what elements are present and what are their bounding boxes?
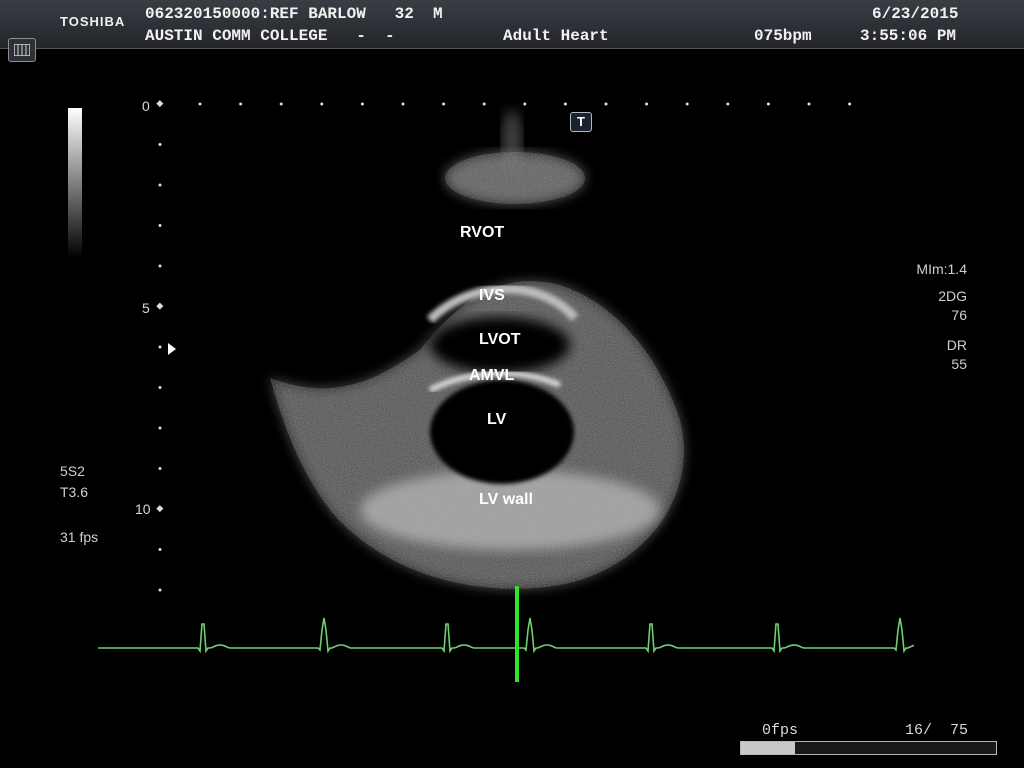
- top-dot: [482, 102, 486, 106]
- depth-tick: [158, 386, 162, 389]
- depth-label-0: 0: [142, 98, 150, 114]
- top-dot: [604, 102, 608, 106]
- mechanical-index: MIm:1.4: [916, 261, 967, 277]
- ecg-trace: [98, 617, 915, 654]
- frame-rate: 31 fps: [60, 529, 99, 545]
- top-dot: [766, 102, 770, 106]
- top-dot: [726, 102, 730, 106]
- grayscale-bar: [68, 108, 82, 258]
- depth-label-10: 10: [135, 501, 151, 517]
- top-dot: [401, 102, 405, 106]
- depth-tick: [158, 588, 162, 592]
- depth-tick: [158, 467, 162, 470]
- depth-tick: [156, 100, 164, 108]
- top-dot: [685, 102, 689, 106]
- top-dot: [645, 102, 649, 106]
- frame-counter: 16/ 75: [905, 722, 969, 739]
- annotation-rvot: RVOT: [460, 224, 505, 241]
- top-dot: [360, 102, 364, 106]
- top-dot: [442, 102, 446, 106]
- top-dot: [320, 102, 324, 106]
- depth-tick: [158, 224, 162, 227]
- probe-setting: T3.6: [60, 484, 89, 500]
- annotation-amvl: AMVL: [469, 367, 515, 384]
- annotation-lv-wall: LV wall: [479, 491, 533, 508]
- cine-progress-fill: [741, 742, 795, 754]
- near-field-echo: [445, 110, 585, 204]
- depth-tick: [158, 264, 162, 268]
- cine-progress-bar[interactable]: [740, 741, 997, 755]
- depth-scale: [156, 100, 164, 592]
- annotation-ivs: IVS: [479, 287, 505, 304]
- dynamic-range-label: DR: [946, 337, 967, 353]
- annotation-lv: LV: [487, 411, 507, 428]
- top-dot: [807, 102, 811, 106]
- top-dot: [848, 102, 852, 106]
- dynamic-range-value: 55: [951, 356, 967, 372]
- gain-label: 2DG: [938, 288, 967, 304]
- focus-marker-icon: [168, 343, 176, 355]
- top-dot: [198, 102, 202, 106]
- top-dot: [523, 102, 527, 106]
- depth-tick: [158, 143, 162, 146]
- depth-tick: [158, 345, 162, 349]
- depth-tick: [158, 548, 162, 551]
- gain-value: 76: [951, 307, 967, 323]
- top-dot: [563, 102, 567, 106]
- depth-tick: [158, 426, 162, 430]
- top-dotted-line: [198, 102, 852, 106]
- depth-label-5: 5: [142, 300, 150, 316]
- top-dot: [239, 102, 243, 106]
- top-dot: [279, 102, 283, 106]
- annotation-lvot: LVOT: [479, 331, 521, 348]
- depth-tick: [156, 302, 164, 310]
- playback-fps: 0fps: [762, 722, 799, 739]
- heart-cross-section: [270, 281, 684, 589]
- depth-tick: [156, 505, 164, 513]
- transducer-marker-icon: T: [570, 112, 592, 132]
- probe-name: 5S2: [60, 463, 85, 479]
- depth-tick: [158, 183, 162, 187]
